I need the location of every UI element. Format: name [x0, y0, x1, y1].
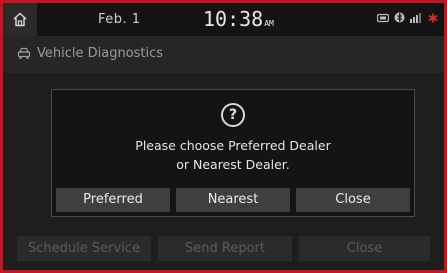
app-header: Vehicle Diagnostics	[3, 36, 444, 73]
status-bar: Feb. 1 10:38AM	[3, 3, 444, 36]
question-icon: ?	[221, 103, 245, 127]
screen-frame: Feb. 1 10:38AM Vehicle Diagnostics ? Ple…	[0, 0, 447, 273]
dealer-dialog: ? Please choose Preferred Dealer or Near…	[51, 89, 415, 217]
dialog-message-line1: Please choose Preferred Dealer	[135, 138, 331, 153]
dialog-message-line2: or Nearest Dealer.	[176, 157, 290, 172]
preferred-button[interactable]: Preferred	[56, 188, 170, 212]
schedule-service-button[interactable]: Schedule Service	[17, 236, 151, 261]
media-icon	[377, 13, 389, 22]
send-report-button[interactable]: Send Report	[158, 236, 292, 261]
status-time-value: 10:38	[203, 7, 264, 31]
dialog-close-button[interactable]: Close	[296, 188, 410, 212]
page-title: Vehicle Diagnostics	[37, 46, 164, 61]
asterisk-icon	[428, 13, 438, 22]
home-button[interactable]	[3, 3, 37, 36]
car-icon	[17, 47, 31, 59]
bluetooth-icon	[394, 12, 405, 23]
close-button[interactable]: Close	[299, 236, 430, 261]
status-date: Feb. 1	[98, 12, 141, 27]
signal-icon	[410, 12, 421, 23]
status-ampm: AM	[264, 19, 274, 28]
status-time: 10:38AM	[203, 7, 274, 31]
home-icon	[13, 12, 27, 27]
status-icons	[377, 12, 438, 23]
nearest-button[interactable]: Nearest	[176, 188, 290, 212]
